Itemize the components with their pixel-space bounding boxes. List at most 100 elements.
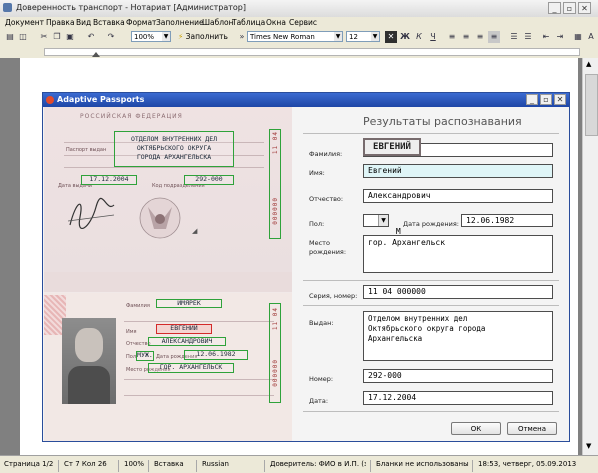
menu-format[interactable]: Формат [126,18,156,27]
border-icon[interactable]: ▦ [572,31,584,43]
scroll-up-icon[interactable]: ▲ [586,60,591,68]
fill-icon: ⚡ [178,32,184,41]
undo-icon[interactable]: ↶ [85,31,97,43]
app-icon [3,3,12,12]
ocr-box-code: 292-000 [184,175,234,185]
close-icon[interactable]: ✕ [554,94,566,105]
menu-insert[interactable]: Вставка [93,18,125,27]
passport-line [64,167,264,168]
preview-icon[interactable]: ◫ [17,31,29,43]
sex-select[interactable]: М ▼ [363,214,401,236]
size-combo[interactable]: 12 ▼ [346,31,380,42]
passport-line [124,379,274,380]
passport-label-surname: Фамилия [126,303,150,309]
bullet-list-icon[interactable]: ☰ [522,31,534,43]
passport-label-patronymic: Отчество [126,341,151,347]
italic-button[interactable]: К [413,31,425,43]
fill-label: Заполнить [185,32,228,41]
date-label: Дата: [309,397,329,405]
status-bar: Страница 1/2 Ст 7 Кол 26 100% Вставка Ru… [0,455,598,473]
issued-field[interactable]: Отделом внутренних дел Октябрьского окру… [363,311,553,361]
menu-edit[interactable]: Правка [46,18,75,27]
passport-scan: РОССИЙСКАЯ ФЕДЕРАЦИЯ Паспорт выдан ОТДЕЛ… [44,107,292,441]
maximize-icon[interactable]: ▫ [540,94,552,105]
dialog-app-icon [46,96,54,104]
status-zoom: 100% [124,460,145,468]
format-toggle-icon[interactable]: ✕ [385,31,397,43]
ocr-box-patronymic: АЛЕКСАНДРОВИЧ [148,337,226,346]
name-field[interactable]: Евгений [363,164,553,178]
date-field[interactable]: 17.12.2004 [363,391,553,405]
ocr-box-name-selected: ЕВГЕНИЙ [156,324,212,334]
patronymic-label: Отчество: [309,195,344,203]
status-blanks: Бланки не использованы [376,460,469,468]
ok-button[interactable]: ОК [451,422,501,435]
indent-icon[interactable]: ⇥ [554,31,566,43]
series-field[interactable]: 11 04 000000 [363,285,553,299]
birthplace-label: Место рождения: [309,239,347,256]
align-right-icon[interactable]: ≡ [474,31,486,43]
series-label: Серия, номер: [309,292,358,300]
minimize-icon[interactable]: _ [548,2,561,14]
cut-icon[interactable]: ✂ [38,31,50,43]
ocr-box-serial-bottom [269,303,281,403]
align-justify-icon[interactable]: ≡ [488,31,500,43]
menu-document[interactable]: Документ [5,18,44,27]
status-separator [370,460,371,472]
stamp-mark-icon: ◢ [192,227,198,235]
size-value: 12 [349,33,358,41]
patronymic-field[interactable]: Александрович [363,189,553,203]
ocr-box-sex: МУЖ. [136,351,154,361]
copy-icon[interactable]: ❐ [51,31,63,43]
photo-shoulders [68,366,110,404]
status-separator [148,460,149,472]
window-title: Доверенность транспорт - Нотариат [Админ… [16,3,246,12]
scroll-down-icon[interactable]: ▼ [586,442,591,450]
menu-bar: Документ Правка Вид Вставка Формат Запол… [0,17,598,29]
maximize-icon[interactable]: ▫ [563,2,576,14]
ocr-box-issue-date: 17.12.2004 [81,175,137,185]
section-divider [303,133,559,134]
numbered-list-icon[interactable]: ☰ [508,31,520,43]
color-icon[interactable]: A [585,31,597,43]
status-separator [472,460,473,472]
section-divider [303,305,559,306]
menu-template[interactable]: Шаблон [202,18,234,27]
menu-service[interactable]: Сервис [289,18,317,27]
bold-button[interactable]: Ж [399,31,411,43]
font-combo[interactable]: Times New Roman ▼ [247,31,343,42]
menu-view[interactable]: Вид [76,18,91,27]
menu-fill[interactable]: Заполнение [156,18,204,27]
outdent-icon[interactable]: ⇤ [540,31,552,43]
status-position: Ст 7 Кол 26 [64,460,107,468]
align-center-icon[interactable]: ≡ [460,31,472,43]
close-icon[interactable]: ✕ [578,2,591,14]
code-label: Номер: [309,375,334,383]
align-left-icon[interactable]: ≡ [446,31,458,43]
minimize-icon[interactable]: _ [526,94,538,105]
print-icon[interactable]: ▤ [4,31,16,43]
indent-marker-icon[interactable] [92,52,100,57]
scroll-thumb[interactable] [585,74,598,136]
ocr-box-surname: ИМЯРЕК [156,299,222,308]
font-value: Times New Roman [250,33,315,41]
fill-button[interactable]: ⚡ Заполнить [178,31,228,43]
redo-icon[interactable]: ↷ [105,31,117,43]
passport-line [124,395,274,396]
surname-label: Фамилия: [309,150,343,158]
status-mode: Вставка [154,460,184,468]
cancel-button[interactable]: Отмена [507,422,557,435]
status-separator [58,460,59,472]
underline-button[interactable]: Ч [427,31,439,43]
birthdate-field[interactable]: 12.06.1982 [461,214,553,227]
vertical-scrollbar[interactable]: ▲ ▼ [582,58,598,455]
menu-windows[interactable]: Окна [266,18,286,27]
zoom-combo[interactable]: 100% ▼ [131,31,171,42]
paste-icon[interactable]: ▣ [64,31,76,43]
passport-label-sex: Пол [126,354,137,360]
birthdate-label: Дата рождения: [403,220,459,228]
birthplace-field[interactable]: гор. Архангельск [363,235,553,273]
status-time: 18:53, четверг, 05.09.2013 [478,460,577,468]
menu-table[interactable]: Таблица [232,18,265,27]
code-field[interactable]: 292-000 [363,369,553,383]
